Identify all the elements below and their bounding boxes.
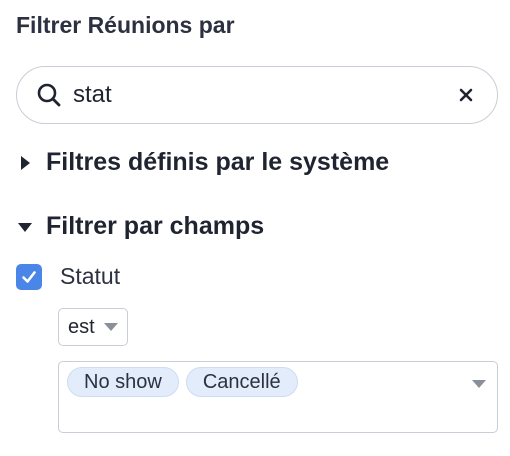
caret-down-icon bbox=[16, 218, 34, 236]
section-field-filters[interactable]: Filtrer par champs bbox=[16, 212, 264, 241]
section-label: Filtres définis par le système bbox=[46, 148, 390, 176]
chevron-down-icon bbox=[103, 322, 119, 332]
status-values-select[interactable]: No show Cancellé bbox=[58, 361, 498, 433]
section-label: Filtrer par champs bbox=[46, 212, 265, 240]
operator-select[interactable]: est bbox=[58, 308, 128, 346]
check-icon bbox=[22, 270, 36, 283]
filter-panel: Filtrer Réunions par stat Filtres défini… bbox=[0, 0, 510, 456]
close-icon[interactable] bbox=[455, 84, 477, 106]
section-system-filters[interactable]: Filtres définis par le système bbox=[16, 148, 389, 177]
search-input[interactable]: stat bbox=[73, 81, 455, 109]
field-label: Statut bbox=[60, 263, 121, 289]
value-chip[interactable]: Cancellé bbox=[185, 367, 298, 397]
field-status-row: Statut bbox=[16, 263, 120, 290]
operator-value: est bbox=[68, 315, 95, 338]
search-icon bbox=[35, 81, 63, 109]
status-checkbox[interactable] bbox=[16, 263, 42, 290]
caret-right-icon bbox=[16, 154, 34, 172]
chevron-down-icon[interactable] bbox=[471, 376, 487, 394]
chip-list: No show Cancellé bbox=[67, 367, 489, 397]
value-chip[interactable]: No show bbox=[67, 367, 179, 397]
search-box[interactable]: stat bbox=[16, 66, 498, 124]
panel-title: Filtrer Réunions par bbox=[16, 12, 235, 38]
